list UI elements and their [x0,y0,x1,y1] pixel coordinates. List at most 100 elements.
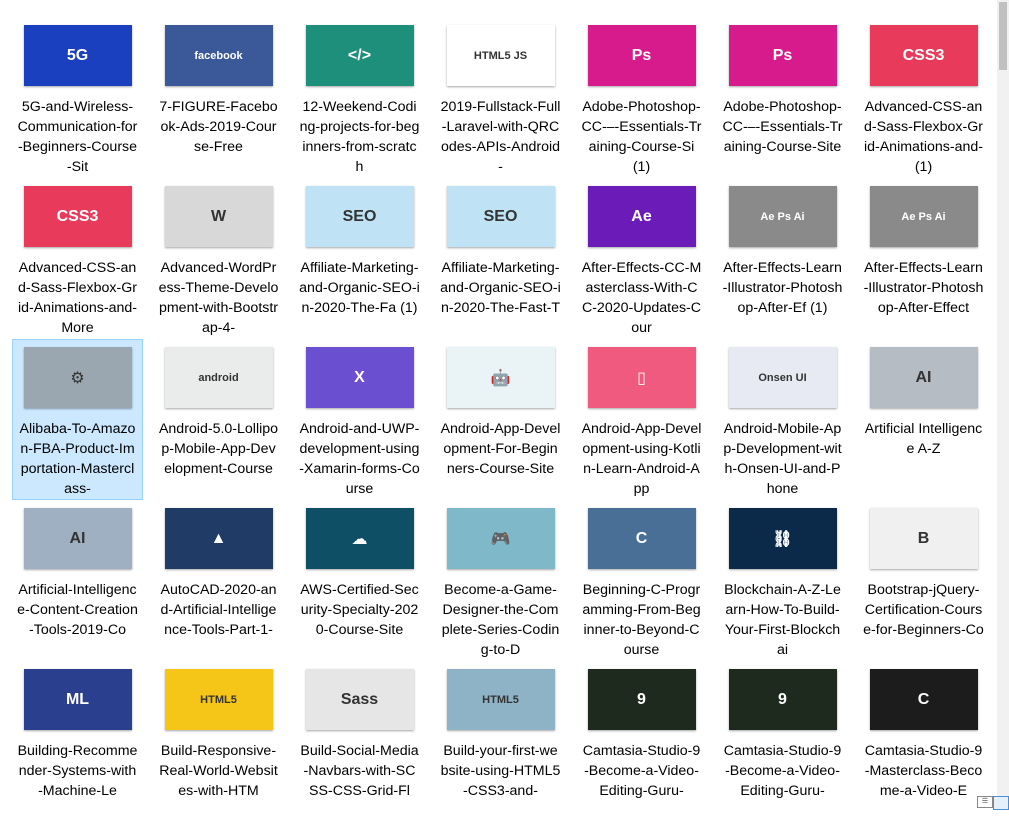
laptop-gears-thumbnail-icon: ⚙ [23,347,132,408]
file-item[interactable]: Ae Ps Ai After-Effects-Learn-Illustrator-… [858,178,989,339]
file-name: Adobe-Photoshop-CC-–-Essentials-Training… [581,99,702,175]
file-item[interactable]: ⛓ Blockchain-A-Z-Learn-How-To-Build-Your-… [717,500,848,661]
file-item[interactable]: Ae After-Effects-CC-Masterclass-With-CC-2… [576,178,707,339]
ai-robot-thumbnail-icon: AI [869,347,978,408]
file-item[interactable]: X Android-and-UWP-development-using-Xamar… [294,339,425,500]
photoshop-instructor-thumbnail-icon: Ps [587,25,696,86]
html5-css3-laptop-thumbnail-icon: HTML5 [164,669,273,730]
thumbnail-glyph: Ae Ps Ai [901,210,946,223]
file-name: Android-App-Development-For-Beginners-Co… [440,421,561,477]
thumbnail-glyph: HTML5 [200,693,237,706]
facebook-logo-thumbnail-icon: facebook [164,25,273,86]
marketing-illustration-thumbnail-icon: SEO [305,186,414,247]
vertical-scrollbar[interactable] [997,0,1009,810]
cloud-lock-thumbnail-icon: ☁ [305,508,414,569]
thumbnail-glyph: X [354,368,365,386]
file-name: 2019-Fullstack-Full-Laravel-with-QRCodes… [440,99,561,175]
file-item[interactable]: Ps Adobe-Photoshop-CC-–-Essentials-Traini… [717,17,848,178]
file-item[interactable]: W Advanced-WordPress-Theme-Development-wi… [153,178,284,339]
file-item[interactable]: SEO Affiliate-Marketing-and-Organic-SEO-i… [435,178,566,339]
file-item[interactable]: ▲ AutoCAD-2020-and-Artificial-Intelligenc… [153,500,284,661]
file-item[interactable]: facebook 7-FIGURE-Facebook-Ads-2019-Cours… [153,17,284,178]
file-item[interactable]: HTML5 Build-your-first-website-using-HTML… [435,661,566,822]
file-name: Affiliate-Marketing-and-Organic-SEO-in-2… [299,260,420,316]
photoshop-instructor-thumbnail-icon: Ps [728,25,837,86]
file-item[interactable]: 🤖 Android-App-Development-For-Beginners-C… [435,339,566,500]
thumbnail-glyph: 5G [66,46,89,64]
file-name: Bootstrap-jQuery-Certification-Course-fo… [863,582,984,638]
file-item[interactable]: CSS3 Advanced-CSS-and-Sass-Flexbox-Grid-A… [858,17,989,178]
large-icons-view-icon[interactable] [993,796,1009,810]
file-name: 12-Weekend-Coding-projects-for-beginners… [299,99,420,175]
file-item[interactable]: 9 Camtasia-Studio-9-Become-a-Video-Editin… [717,661,848,822]
xamarin-thumbnail-icon: X [305,347,414,408]
file-item[interactable]: 🎮 Become-a-Game-Designer-the-Complete-Ser… [435,500,566,661]
thumbnail-glyph: 9 [778,690,787,708]
kotlin-phone-thumbnail-icon: ▯ [587,347,696,408]
thumbnail-glyph: Ps [631,46,652,64]
file-item[interactable]: B Bootstrap-jQuery-Certification-Course-f… [858,500,989,661]
file-name: Android-Mobile-App-Development-with-Onse… [723,421,842,497]
adobe-apps-thumbnail-icon: Ae Ps Ai [869,186,978,247]
thumbnail-glyph: C [635,529,648,547]
thumbnail-glyph: W [210,207,227,225]
thumbnail-glyph: Ps [772,46,793,64]
file-item[interactable]: ML Building-Recommender-Systems-with-Mach… [12,661,143,822]
thumbnail-glyph: HTML5 JS [473,49,528,62]
thumbnail-glyph: CSS3 [56,207,99,225]
file-name: Advanced-CSS-and-Sass-Flexbox-Grid-Anima… [863,99,984,175]
thumbnail-glyph: android [198,371,239,384]
thumbnail-glyph: facebook [194,49,243,62]
file-name: Camtasia-Studio-9-Become-a-Video-Editing… [582,743,701,799]
file-item[interactable]: C Camtasia-Studio-9-Masterclass-Become-a-… [858,661,989,822]
file-name: Adobe-Photoshop-CC-–-Essentials-Training… [722,99,843,155]
thumbnail-glyph: CSS3 [902,46,945,64]
file-item[interactable]: ⚙ Alibaba-To-Amazon-FBA-Product-Importati… [12,339,143,500]
file-item[interactable]: 9 Camtasia-Studio-9-Become-a-Video-Editin… [576,661,707,822]
file-item[interactable]: Ae Ps Ai After-Effects-Learn-Illustrator-… [717,178,848,339]
file-name: 7-FIGURE-Facebook-Ads-2019-Course-Free [159,99,278,155]
file-item[interactable]: HTML5 JS 2019-Fullstack-Full-Laravel-with… [435,17,566,178]
file-name: Camtasia-Studio-9-Masterclass-Become-a-V… [864,743,983,799]
file-item[interactable]: </> 12-Weekend-Coding-projects-for-beginn… [294,17,425,178]
file-grid: 5G 5G-and-Wireless-Communication-for-Begi… [12,17,989,822]
file-name: Android-and-UWP-development-using-Xamari… [299,421,420,497]
scrollbar-thumb[interactable] [999,2,1007,70]
camtasia-instructor-thumbnail-icon: 9 [587,669,696,730]
bootstrap-logo-thumbnail-icon: B [869,508,978,569]
thumbnail-glyph: 9 [637,690,646,708]
css3-laptop-thumbnail-icon: CSS3 [869,25,978,86]
file-item[interactable]: Sass Build-Social-Media-Navbars-with-SCSS… [294,661,425,822]
file-name: After-Effects-Learn-Illustrator-Photosho… [722,260,843,316]
file-item[interactable]: AI Artificial-Intelligence-Content-Creati… [12,500,143,661]
web-tech-logos-thumbnail-icon: HTML5 JS [446,25,555,86]
file-name: Building-Recommender-Systems-with-Machin… [17,743,138,799]
website-wireframe-thumbnail-icon: HTML5 [446,669,555,730]
file-item[interactable]: ☁ AWS-Certified-Security-Specialty-2020-C… [294,500,425,661]
onsen-ui-thumbnail-icon: Onsen UI [728,347,837,408]
file-name: After-Effects-Learn-Illustrator-Photosho… [863,260,984,316]
thumbnail-glyph: C [917,690,930,708]
camtasia-instructor-thumbnail-icon: 9 [728,669,837,730]
file-item[interactable]: SEO Affiliate-Marketing-and-Organic-SEO-i… [294,178,425,339]
thumbnail-glyph: ML [65,690,90,708]
camtasia-logo-thumbnail-icon: C [869,669,978,730]
file-name: Advanced-WordPress-Theme-Development-wit… [158,260,279,336]
file-item[interactable]: AI Artificial Intelligence A-Z [858,339,989,500]
file-name: AWS-Certified-Security-Specialty-2020-Co… [300,582,419,638]
file-item[interactable]: Ps Adobe-Photoshop-CC-–-Essentials-Traini… [576,17,707,178]
file-name: Build-Responsive-Real-World-Websites-wit… [159,743,278,799]
file-item[interactable]: ▯ Android-App-Development-using-Kotlin-Le… [576,339,707,500]
file-item[interactable]: Onsen UI Android-Mobile-App-Development-w… [717,339,848,500]
thumbnail-glyph: Ae [631,207,652,225]
details-view-icon[interactable]: ☰ [977,796,993,808]
file-item[interactable]: HTML5 Build-Responsive-Real-World-Website… [153,661,284,822]
file-item[interactable]: CSS3 Advanced-CSS-and-Sass-Flexbox-Grid-A… [12,178,143,339]
thumbnail-glyph: HTML5 [482,693,519,706]
file-item[interactable]: C Beginning-C-Programming-From-Beginner-t… [576,500,707,661]
thumbnail-glyph: SEO [342,207,377,225]
skyscraper-thumbnail-icon: ▲ [164,508,273,569]
file-item[interactable]: 5G 5G-and-Wireless-Communication-for-Begi… [12,17,143,178]
file-name: Alibaba-To-Amazon-FBA-Product-Importatio… [19,421,136,497]
file-item[interactable]: android Android-5.0-Lollipop-Mobile-App-D… [153,339,284,500]
